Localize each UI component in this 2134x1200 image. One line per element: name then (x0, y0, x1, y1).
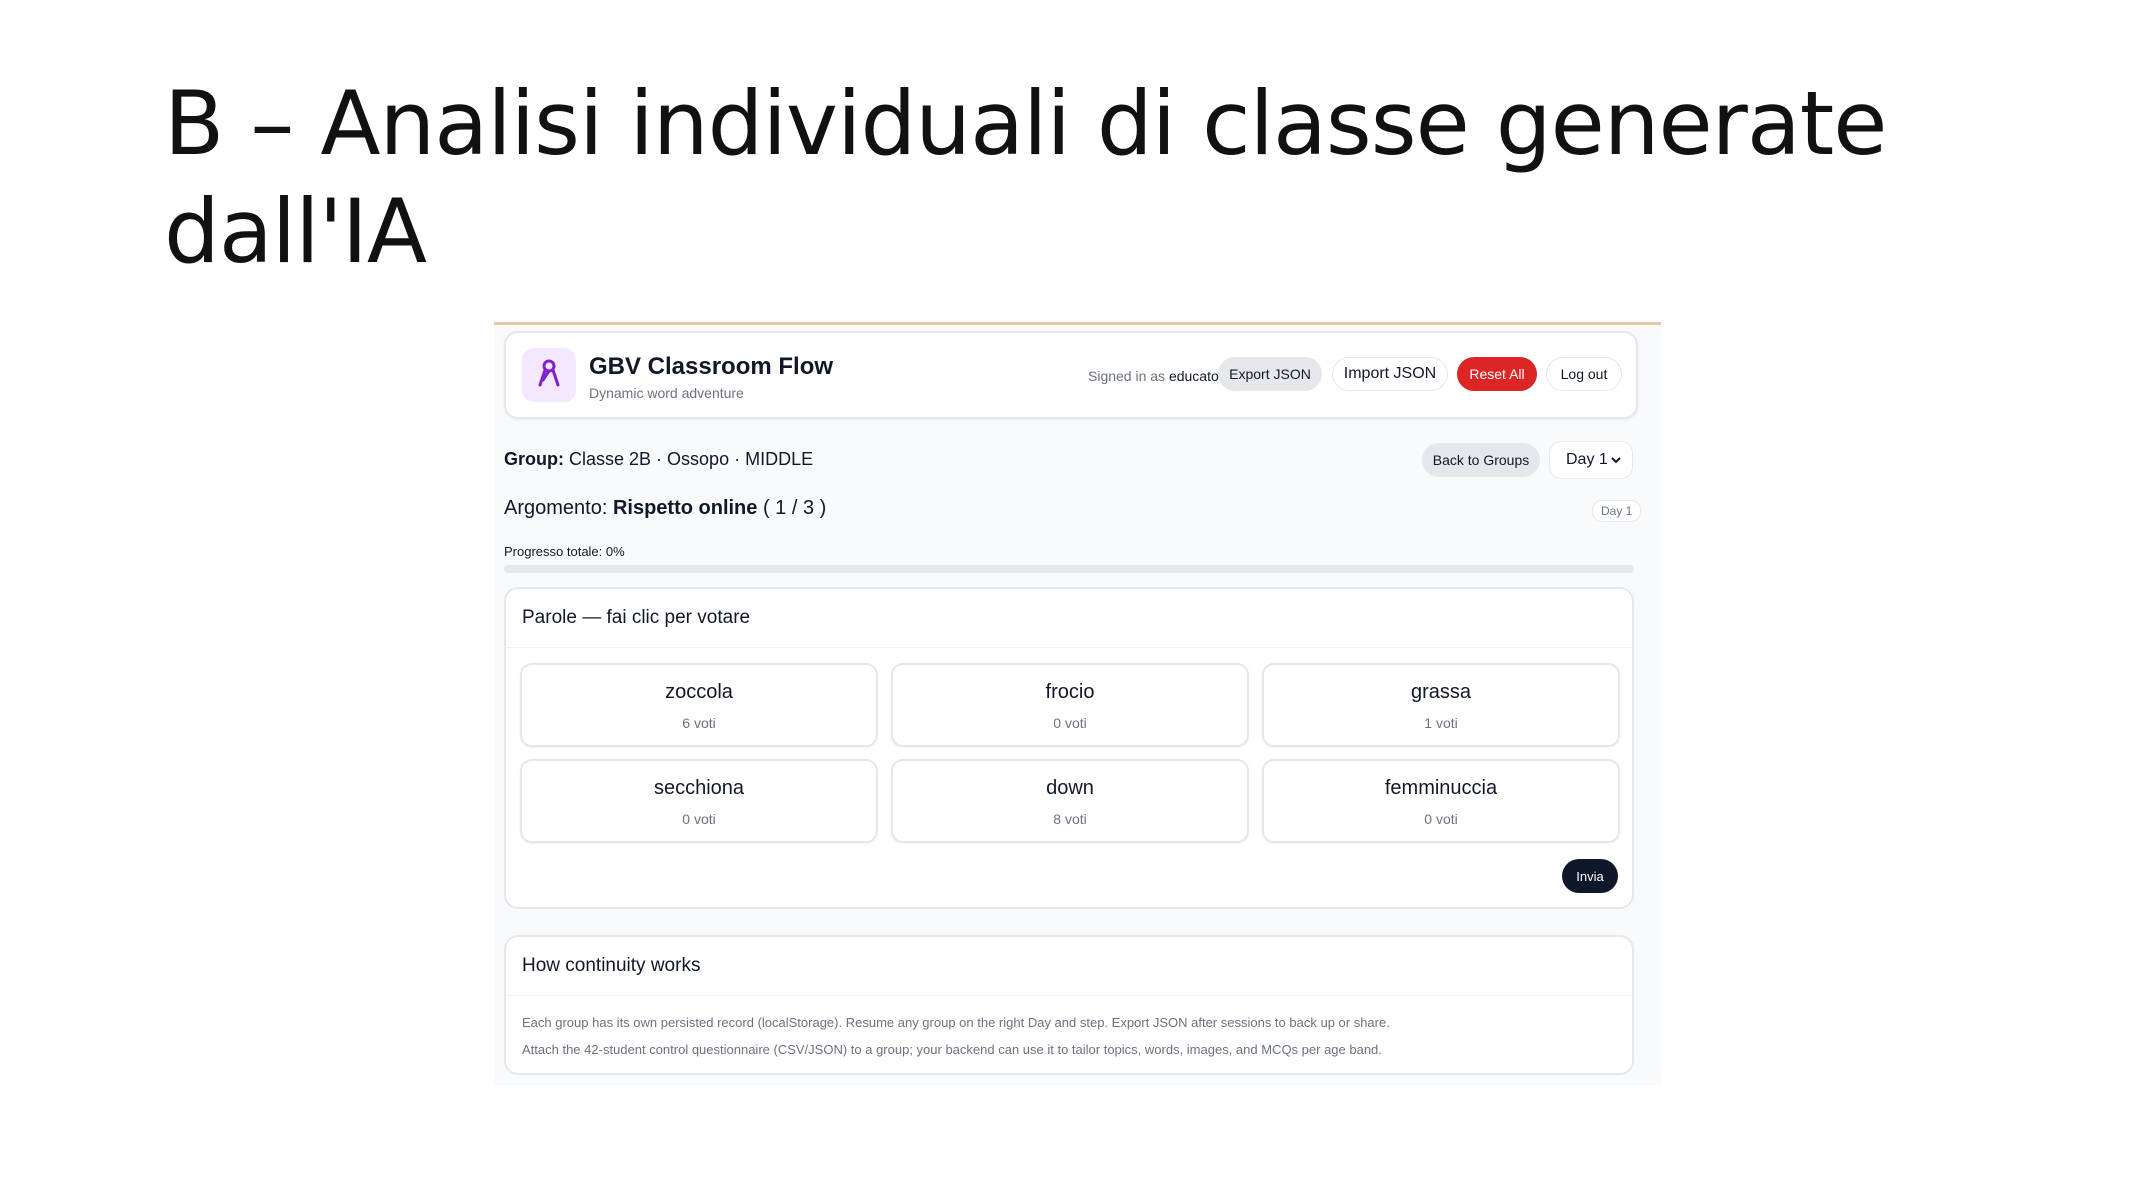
signed-in-user: educator (1168, 368, 1224, 384)
vote-count: 0 voti (1424, 811, 1458, 827)
word-card-down[interactable]: down 8 voti (891, 759, 1249, 843)
day-badge: Day 1 (1592, 500, 1642, 522)
word-card-zoccola[interactable]: zoccola 6 voti (520, 663, 878, 747)
ribbon-icon (536, 358, 562, 393)
back-to-groups-button[interactable]: Back to Groups (1422, 443, 1540, 477)
vote-count: 6 voti (682, 715, 716, 731)
word-card-secchiona[interactable]: secchiona 0 voti (520, 759, 878, 843)
topic-counter: ( 1 / 3 ) (762, 497, 827, 519)
vote-card-title: Parole — fai clic per votare (506, 589, 1632, 648)
group-info: Group: Classe 2B · Ossopo · MIDDLE (504, 449, 813, 470)
app-logo (522, 348, 576, 402)
topic-label: Argomento: (504, 497, 608, 519)
vote-count: 0 voti (1053, 715, 1087, 731)
topic-heading: Argomento: Rispetto online ( 1 / 3 ) (504, 497, 826, 520)
word-label: down (1046, 777, 1094, 799)
export-json-button[interactable]: Export JSON (1218, 357, 1322, 391)
group-value: Classe 2B · Ossopo · MIDDLE (569, 449, 814, 469)
app-header: GBV Classroom Flow Dynamic word adventur… (504, 331, 1638, 419)
word-label: frocio (1045, 681, 1095, 703)
info-card: How continuity works Each group has its … (504, 935, 1634, 1075)
vote-count: 0 voti (682, 811, 716, 827)
topic-name: Rispetto online (612, 497, 758, 519)
word-card-grassa[interactable]: grassa 1 voti (1262, 663, 1620, 747)
word-card-femminuccia[interactable]: femminuccia 0 voti (1262, 759, 1620, 843)
slide-title: B – Analisi individuali di classe genera… (164, 72, 1887, 283)
signed-in-status: Signed in as educator (1088, 368, 1223, 384)
import-json-button[interactable]: Import JSON (1332, 357, 1448, 391)
reset-all-button[interactable]: Reset All (1457, 357, 1537, 391)
logout-button[interactable]: Log out (1546, 357, 1622, 391)
info-card-title: How continuity works (506, 937, 1632, 996)
word-card-frocio[interactable]: frocio 0 voti (891, 663, 1249, 747)
vote-count: 1 voti (1424, 715, 1458, 731)
word-label: femminuccia (1384, 777, 1498, 799)
progress-label: Progresso totale: 0% (504, 544, 625, 559)
signed-in-prefix: Signed in as (1088, 368, 1166, 384)
submit-button[interactable]: Invia (1562, 859, 1618, 893)
vote-card: Parole — fai clic per votare zoccola 6 v… (504, 587, 1634, 909)
word-label: grassa (1410, 681, 1472, 703)
info-line-1: Each group has its own persisted record … (522, 1015, 1390, 1030)
progress-bar (504, 565, 1634, 573)
word-label: zoccola (665, 681, 733, 703)
vote-count: 8 voti (1053, 811, 1087, 827)
chevron-down-icon (1610, 451, 1622, 474)
app-title: GBV Classroom Flow (589, 353, 834, 380)
word-label: secchiona (653, 777, 745, 799)
group-label: Group: (504, 449, 564, 469)
day-select[interactable]: Day 1 (1549, 441, 1633, 479)
app-subtitle: Dynamic word adventure (589, 385, 744, 401)
day-select-value: Day 1 (1566, 451, 1608, 468)
app-window: GBV Classroom Flow Dynamic word adventur… (494, 322, 1661, 1085)
info-line-2: Attach the 42-student control questionna… (522, 1042, 1382, 1057)
